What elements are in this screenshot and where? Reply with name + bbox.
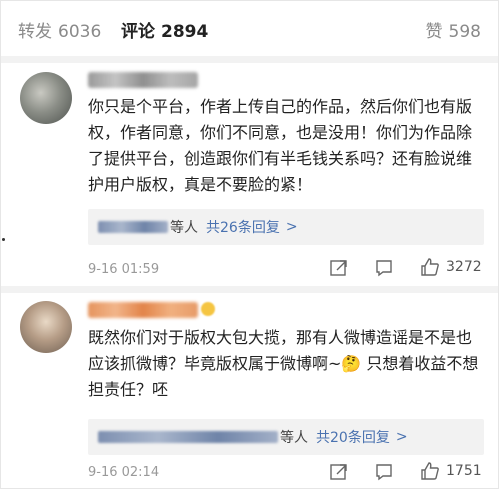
like-button[interactable]: 3272 xyxy=(420,257,482,277)
tab-like-count: 598 xyxy=(448,22,481,42)
reply-summary[interactable]: 等人 共26条回复 > xyxy=(88,209,484,245)
reply-count[interactable]: 共26条回复 xyxy=(206,217,280,237)
share-button[interactable] xyxy=(329,462,349,482)
tab-like-label: 赞 xyxy=(425,22,443,42)
comment-time: 9-16 02:14 xyxy=(88,465,160,480)
thumbs-up-icon xyxy=(421,462,439,480)
tab-comment-count: 2894 xyxy=(161,22,209,42)
comment-icon xyxy=(376,464,392,481)
reply-button[interactable] xyxy=(374,462,394,482)
share-icon xyxy=(330,464,347,480)
like-count: 1751 xyxy=(446,463,482,479)
comment-text: 既然你们对于版权大包大揽，那有人微博造谣是不是也应该抓微博？毕竟版权属于微博啊~… xyxy=(88,328,479,399)
chevron-right-icon: > xyxy=(285,219,298,235)
reply-summary[interactable]: 等人 共20条回复 > xyxy=(88,419,484,455)
share-button[interactable] xyxy=(329,258,349,278)
comment-text: 你只是个平台，作者上传自己的作品，然后你们也有版权，作者同意，你们不同意，也是没… xyxy=(88,97,473,194)
divider xyxy=(0,56,499,63)
reply-suffix: 等人 xyxy=(170,220,198,236)
tab-repost[interactable]: 转发 6036 xyxy=(18,17,101,42)
reply-names-blurred xyxy=(98,221,168,233)
comment-time: 9-16 01:59 xyxy=(88,262,160,277)
share-icon xyxy=(330,260,347,276)
thumbs-up-icon xyxy=(421,258,439,276)
user-badge-icon xyxy=(201,302,215,316)
username-blurred[interactable] xyxy=(88,72,198,88)
avatar[interactable] xyxy=(20,301,72,353)
avatar[interactable] xyxy=(20,72,72,124)
tab-comment-label: 评论 xyxy=(121,22,155,42)
tab-like[interactable]: 赞 598 xyxy=(426,17,481,42)
divider xyxy=(0,286,499,293)
like-count: 3272 xyxy=(446,259,482,275)
reply-button[interactable] xyxy=(374,258,394,278)
like-button[interactable]: 1751 xyxy=(420,461,482,481)
username-blurred[interactable] xyxy=(88,302,198,318)
tab-repost-label: 转发 xyxy=(18,22,52,42)
chevron-right-icon: > xyxy=(395,429,408,445)
stray-dot xyxy=(2,238,5,241)
tab-repost-count: 6036 xyxy=(58,22,102,42)
reply-suffix: 等人 xyxy=(280,430,308,446)
comment-tabs: 转发 6036 评论 2894 赞 598 xyxy=(0,0,499,58)
tab-comment[interactable]: 评论 2894 xyxy=(121,17,208,42)
comment-icon xyxy=(376,260,392,277)
reply-count[interactable]: 共20条回复 xyxy=(316,427,390,447)
reply-names-blurred xyxy=(98,431,278,443)
